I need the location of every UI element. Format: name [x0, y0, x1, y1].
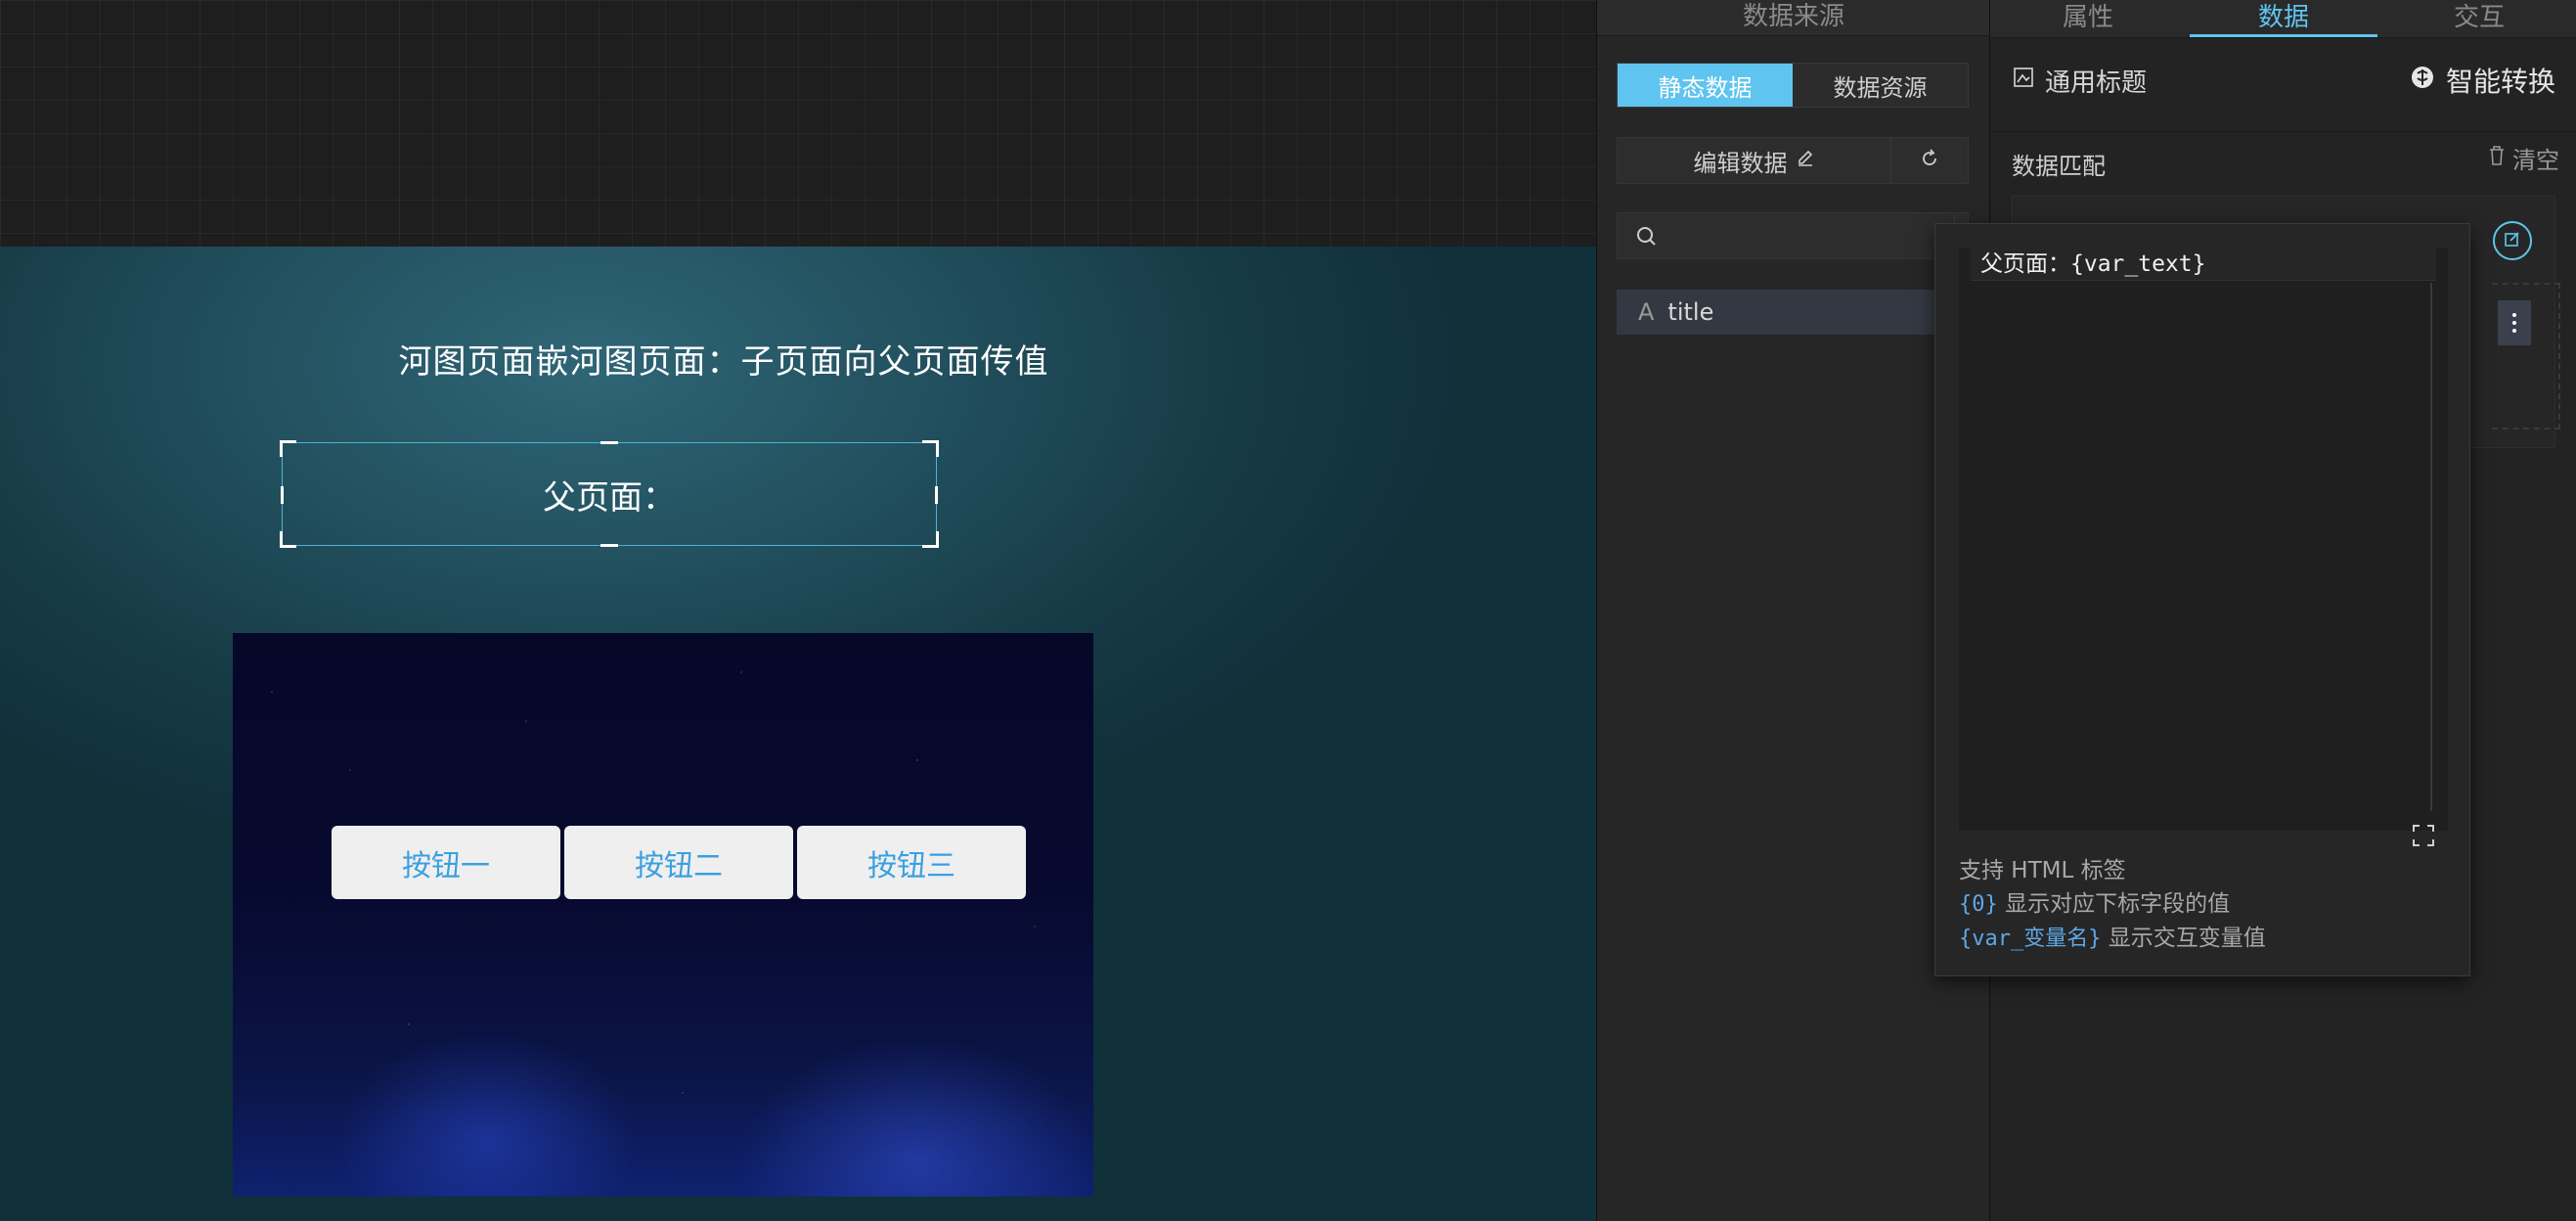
resize-handle-right[interactable]: [935, 486, 938, 504]
text-type-icon: A: [1638, 298, 1655, 326]
component-name: 通用标题: [2012, 63, 2147, 99]
resize-handle-bottom[interactable]: [600, 544, 618, 547]
data-source-tabs: 静态数据 数据资源: [1617, 63, 1969, 108]
starfield-background: [233, 633, 1093, 1197]
smart-convert-label: 智能转换: [2445, 66, 2555, 98]
parent-text-component[interactable]: 父页面：: [280, 440, 939, 548]
help-text-variable: 显示交互变量值: [2108, 926, 2266, 951]
search-icon: [1635, 225, 1659, 252]
editor-scrollbar[interactable]: [2430, 283, 2432, 811]
kebab-dot: [2512, 329, 2516, 333]
child-page-frame[interactable]: 按钮一 按钮二 按钮三: [233, 633, 1093, 1197]
field-search-input[interactable]: [1618, 213, 1955, 258]
tab-interaction[interactable]: 交互: [2381, 0, 2576, 37]
clear-button[interactable]: 清空: [2487, 141, 2559, 175]
parent-text: 父页面：: [543, 477, 676, 518]
code-editor[interactable]: 父页面：{var_text}: [1959, 248, 2448, 831]
help-code-index: {0}: [1959, 892, 1998, 917]
field-search-row: [1617, 212, 1973, 259]
code-line[interactable]: 父页面：{var_text}: [1971, 248, 2436, 281]
resize-handle-bottom-left[interactable]: [280, 531, 296, 548]
refresh-icon: [1919, 148, 1940, 173]
resize-handle-top-left[interactable]: [280, 440, 296, 457]
resize-handle-top-right[interactable]: [922, 440, 939, 457]
component-name-label: 通用标题: [2045, 68, 2148, 98]
edit-data-label: 编辑数据: [1693, 149, 1788, 177]
kebab-dot: [2512, 321, 2516, 325]
help-code-variable: {var_变量名}: [1959, 927, 2102, 951]
help-line-index: {0} 显示对应下标字段的值: [1959, 887, 2266, 922]
more-options-button[interactable]: [2498, 300, 2531, 345]
tab-data-resource[interactable]: 数据资源: [1793, 64, 1968, 107]
help-line-html: 支持 HTML 标签: [1959, 858, 2126, 883]
child-button-3[interactable]: 按钮三: [797, 826, 1026, 899]
field-name: title: [1667, 298, 1714, 326]
tab-attributes[interactable]: 属性: [1990, 0, 2186, 37]
editor-canvas[interactable]: 河图页面嵌河图页面：子页面向父页面传值 父页面： 按钮一 按钮二 按钮三: [0, 0, 1596, 1221]
data-match-label: 数据匹配: [2012, 153, 2106, 180]
resize-handle-top[interactable]: [600, 441, 618, 444]
help-text-index: 显示对应下标字段的值: [2005, 891, 2231, 917]
help-line-variable: {var_变量名} 显示交互变量值: [1959, 922, 2266, 956]
tab-static-data[interactable]: 静态数据: [1618, 64, 1793, 107]
image-icon: [2012, 66, 2035, 96]
edit-data-button[interactable]: 编辑数据: [1618, 138, 1891, 183]
help-text: 支持 HTML 标签 {0} 显示对应下标字段的值 {var_变量名} 显示交互…: [1959, 854, 2266, 956]
child-button-group: 按钮一 按钮二 按钮三: [332, 826, 1026, 899]
data-source-panel: 数据来源 静态数据 数据资源 编辑数据 A title: [1596, 0, 1990, 1221]
component-header: 通用标题 智能转换: [1990, 55, 2576, 106]
ai-brain-icon: [2409, 64, 2436, 98]
tab-data[interactable]: 数据: [2186, 0, 2381, 37]
child-button-2[interactable]: 按钮二: [564, 826, 793, 899]
child-button-1[interactable]: 按钮一: [332, 826, 560, 899]
kebab-dot: [2512, 313, 2516, 317]
refresh-button[interactable]: [1891, 138, 1968, 183]
edit-data-row: 编辑数据: [1617, 137, 1969, 184]
property-tabs: 属性 数据 交互: [1990, 0, 2576, 38]
edit-template-button[interactable]: [2493, 221, 2532, 260]
clear-label: 清空: [2512, 147, 2559, 174]
screen-title[interactable]: 河图页面嵌河图页面：子页面向父页面传值: [293, 335, 1154, 383]
field-item-title[interactable]: A title: [1617, 290, 1969, 335]
pencil-icon: [1796, 147, 1815, 174]
screen-preview[interactable]: 河图页面嵌河图页面：子页面向父页面传值 父页面： 按钮一 按钮二 按钮三: [0, 247, 1596, 1221]
resize-handle-left[interactable]: [281, 486, 284, 504]
section-divider: [1990, 131, 2576, 132]
edit-icon: [2503, 229, 2522, 252]
smart-convert-button[interactable]: 智能转换: [2409, 61, 2555, 100]
data-source-header: 数据来源: [1597, 0, 1990, 36]
template-editor-popover: 父页面：{var_text} 支持 HTML 标签 {0} 显示对应下标字段的值…: [1934, 223, 2470, 976]
trash-icon: [2487, 145, 2507, 172]
resize-handle-bottom-right[interactable]: [922, 531, 939, 548]
fullscreen-icon[interactable]: [2411, 823, 2436, 852]
